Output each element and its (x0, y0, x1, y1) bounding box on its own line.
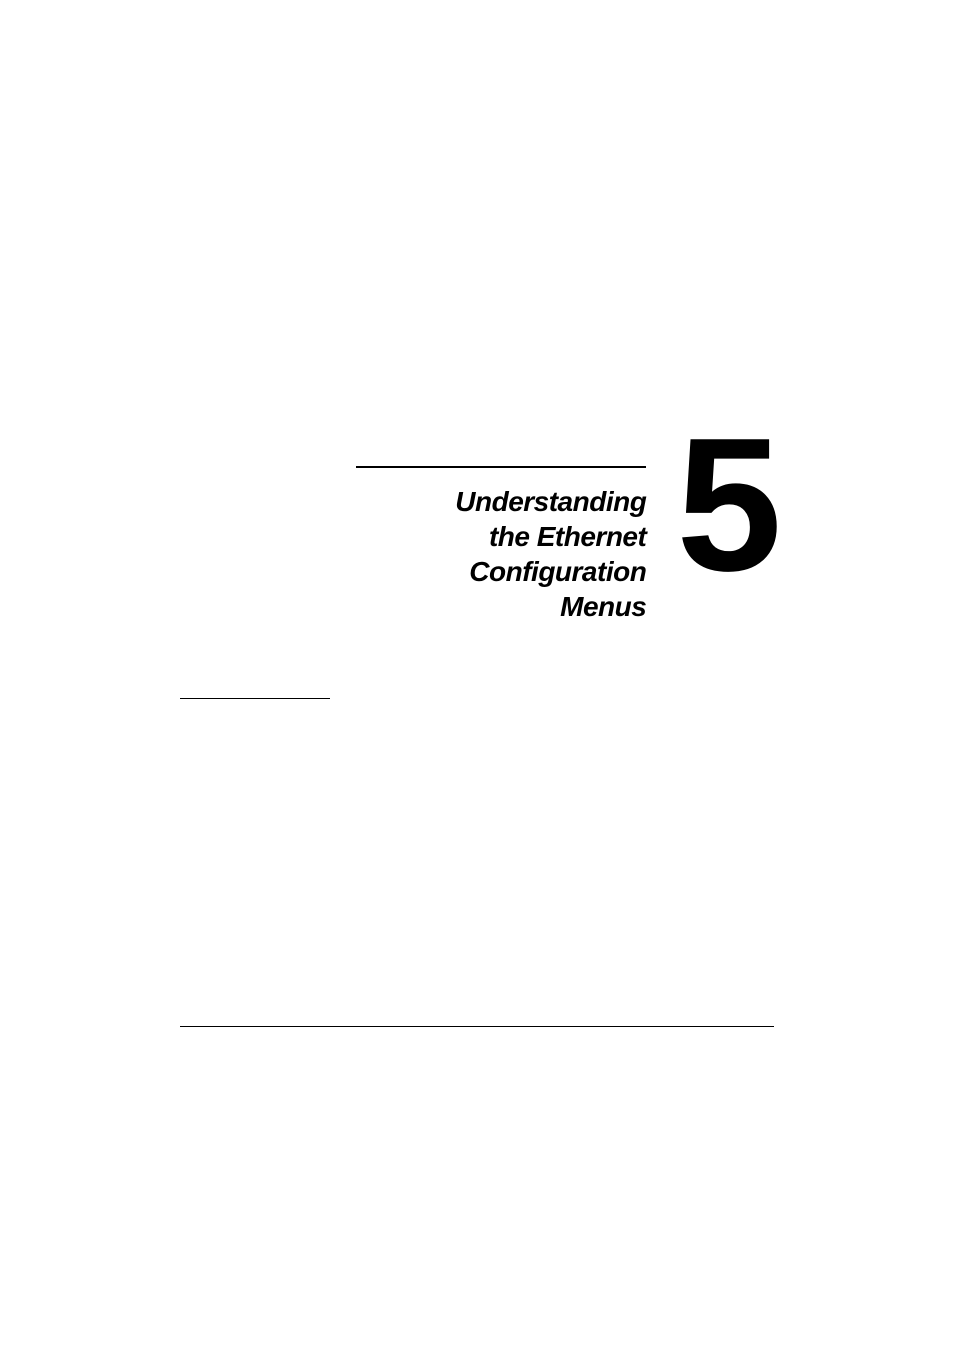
title-line: the Ethernet (356, 519, 646, 554)
title-block: Understanding the Ethernet Configuration… (356, 466, 646, 624)
title-line: Configuration (356, 554, 646, 589)
bottom-divider (180, 1026, 774, 1027)
chapter-title: Understanding the Ethernet Configuration… (356, 484, 646, 624)
title-line: Understanding (356, 484, 646, 519)
chapter-header: Understanding the Ethernet Configuration… (180, 466, 774, 624)
short-divider (180, 698, 330, 699)
chapter-number: 5 (676, 431, 774, 579)
title-row: Understanding the Ethernet Configuration… (180, 466, 774, 624)
title-line: Menus (356, 589, 646, 624)
